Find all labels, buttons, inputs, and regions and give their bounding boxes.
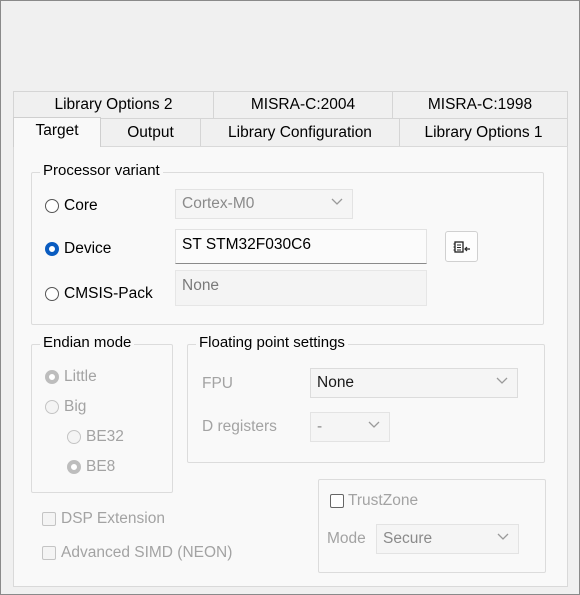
big-endian-label[interactable]: Big <box>64 398 86 416</box>
device-field[interactable]: ST STM32F030C6 <box>175 229 427 264</box>
fpu-select-value: None <box>317 374 355 391</box>
chevron-down-icon <box>368 421 380 428</box>
trustzone-label[interactable]: TrustZone <box>348 492 418 510</box>
fpu-label: FPU <box>202 375 233 392</box>
tab-output[interactable]: Output <box>100 118 201 146</box>
endian-mode-legend: Endian mode <box>40 334 135 351</box>
be32-radio[interactable] <box>67 430 81 444</box>
trustzone-mode-value: Secure <box>383 530 433 547</box>
be8-radio[interactable] <box>67 460 81 474</box>
cmsis-pack-radio[interactable] <box>45 287 59 301</box>
be8-label[interactable]: BE8 <box>86 458 115 476</box>
select-device-button[interactable] <box>445 231 478 262</box>
be32-label[interactable]: BE32 <box>86 428 124 446</box>
tab-library-options-2[interactable]: Library Options 2 <box>13 91 214 118</box>
target-tab-panel: Processor variant Core Cortex-M0 Device … <box>13 146 568 587</box>
little-endian-radio[interactable] <box>45 370 59 384</box>
core-label[interactable]: Core <box>64 197 98 215</box>
trustzone-checkbox[interactable] <box>330 494 344 508</box>
tab-library-configuration[interactable]: Library Configuration <box>200 118 400 146</box>
dsp-extension-checkbox[interactable] <box>42 512 56 526</box>
advanced-simd-label[interactable]: Advanced SIMD (NEON) <box>61 544 232 562</box>
processor-variant-legend: Processor variant <box>40 162 163 179</box>
d-registers-select-value: - <box>317 418 323 435</box>
device-radio[interactable] <box>45 242 59 256</box>
select-device-icon <box>453 240 470 253</box>
floating-point-legend: Floating point settings <box>196 334 348 351</box>
tab-target[interactable]: Target <box>13 117 101 147</box>
core-select[interactable]: Cortex-M0 <box>175 189 353 219</box>
advanced-simd-checkbox[interactable] <box>42 546 56 560</box>
cmsis-pack-field: None <box>175 270 427 306</box>
chevron-down-icon <box>497 533 509 540</box>
cmsis-pack-field-value: None <box>182 277 220 294</box>
core-select-value: Cortex-M0 <box>182 195 255 212</box>
big-endian-radio[interactable] <box>45 400 59 414</box>
chevron-down-icon <box>331 198 343 205</box>
tab-library-options-1[interactable]: Library Options 1 <box>399 118 568 146</box>
d-registers-label: D registers <box>202 418 277 435</box>
fpu-select[interactable]: None <box>310 368 518 398</box>
d-registers-select[interactable]: - <box>310 412 390 442</box>
device-label[interactable]: Device <box>64 240 111 258</box>
device-field-value: ST STM32F030C6 <box>182 236 311 253</box>
little-endian-label[interactable]: Little <box>64 368 97 386</box>
core-radio[interactable] <box>45 199 59 213</box>
tab-misra-c-1998[interactable]: MISRA-C:1998 <box>392 91 568 118</box>
trustzone-mode-label: Mode <box>327 530 366 547</box>
tab-misra-c-2004[interactable]: MISRA-C:2004 <box>213 91 393 118</box>
trustzone-mode-select[interactable]: Secure <box>376 524 519 554</box>
floating-point-group: Floating point settings <box>187 334 545 463</box>
chevron-down-icon <box>496 377 508 384</box>
cmsis-pack-label[interactable]: CMSIS-Pack <box>64 285 153 303</box>
dsp-extension-label[interactable]: DSP Extension <box>61 510 165 528</box>
